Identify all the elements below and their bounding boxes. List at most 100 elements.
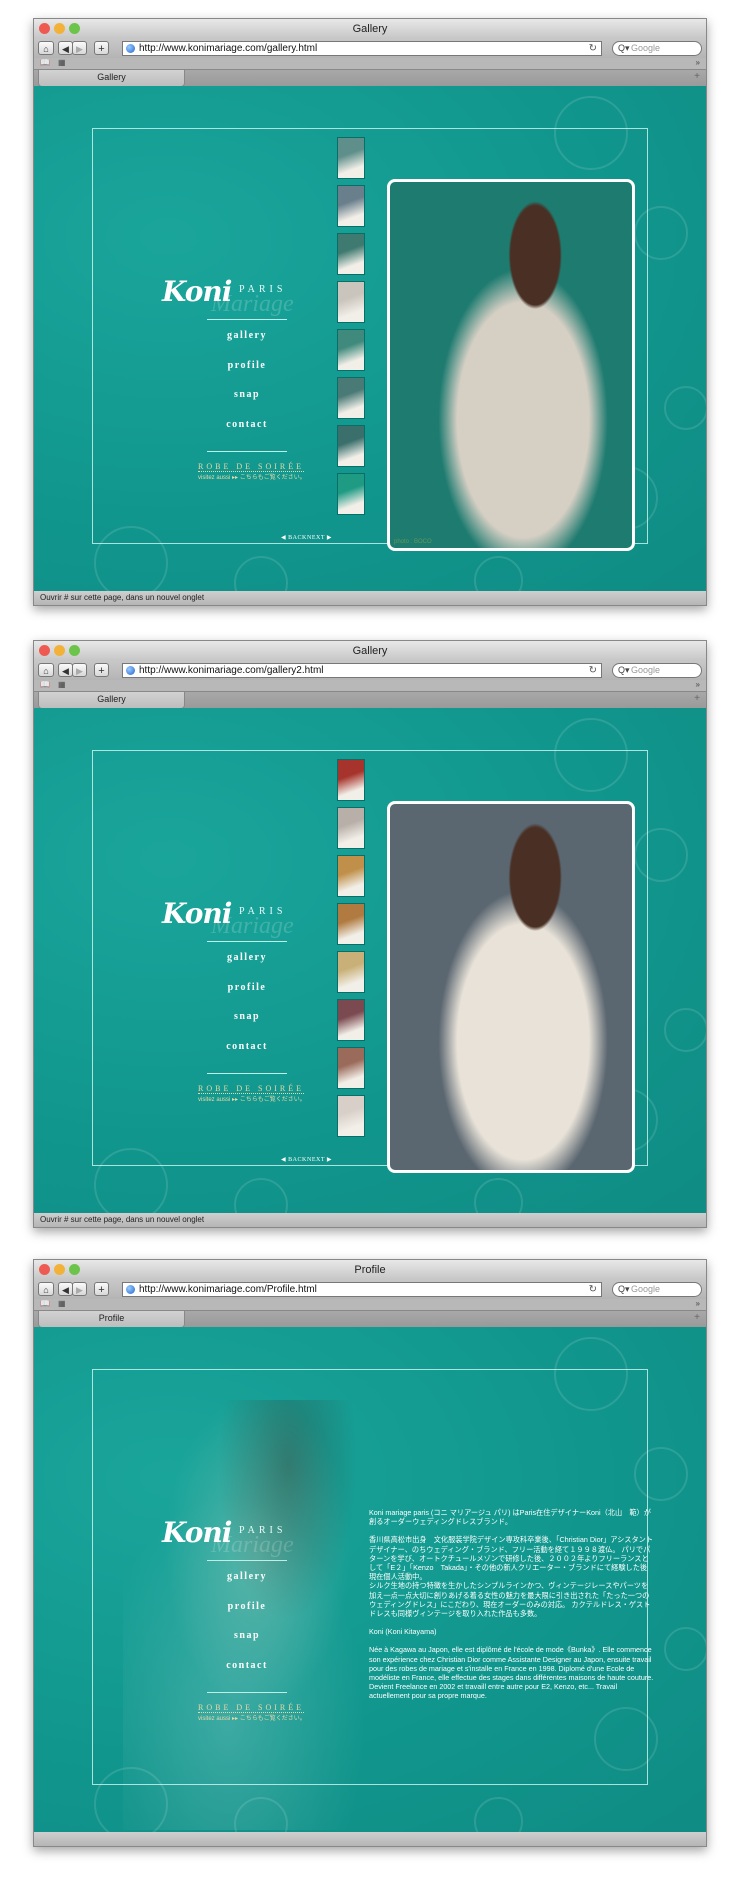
nav-gallery[interactable]: gallery: [207, 952, 287, 963]
home-button[interactable]: ⌂: [38, 663, 54, 677]
zoom-button[interactable]: [69, 23, 80, 34]
back-button[interactable]: ◀: [58, 663, 73, 677]
nav-contact[interactable]: contact: [207, 1660, 287, 1671]
close-button[interactable]: [39, 23, 50, 34]
visit-link[interactable]: visitez aussi ▸▸ こちらもご覧ください。: [198, 472, 306, 481]
top-sites-icon[interactable]: ▦: [58, 58, 66, 67]
gallery-thumbnail[interactable]: [337, 377, 365, 419]
logo-mariage: Mariage: [211, 1532, 294, 1558]
search-placeholder: Google: [631, 1284, 661, 1294]
gallery-thumbnail[interactable]: [337, 807, 365, 849]
nav-snap[interactable]: snap: [207, 1630, 287, 1641]
nav-snap[interactable]: snap: [207, 389, 287, 400]
zoom-button[interactable]: [69, 1264, 80, 1275]
home-button[interactable]: ⌂: [38, 41, 54, 55]
minimize-button[interactable]: [54, 23, 65, 34]
gallery-thumbnail[interactable]: [337, 1095, 365, 1137]
more-bookmarks-icon[interactable]: »: [696, 680, 700, 689]
next-link[interactable]: NEXT ▶: [307, 1156, 332, 1163]
bookmarks-icon[interactable]: 📖: [40, 58, 50, 67]
add-bookmark-button[interactable]: +: [94, 41, 109, 55]
minimize-button[interactable]: [54, 1264, 65, 1275]
address-bar[interactable]: http://www.konimariage.com/gallery2.html…: [122, 663, 602, 678]
menu-divider: [207, 941, 287, 942]
new-tab-icon[interactable]: +: [694, 1312, 700, 1323]
status-bar: [34, 1832, 706, 1846]
address-bar[interactable]: http://www.konimariage.com/gallery.html ↻: [122, 41, 602, 56]
top-sites-icon[interactable]: ▦: [58, 1299, 66, 1308]
bookmarks-icon[interactable]: 📖: [40, 680, 50, 689]
tab-active[interactable]: Profile: [38, 1311, 185, 1328]
bookmarks-icon[interactable]: 📖: [40, 1299, 50, 1308]
back-link[interactable]: ◀ BACK: [281, 534, 307, 541]
tab-bar: Gallery +: [34, 691, 706, 709]
gallery-thumbnail[interactable]: [337, 281, 365, 323]
gallery-thumbnail[interactable]: [337, 759, 365, 801]
gallery-thumbnail[interactable]: [337, 425, 365, 467]
nav-profile[interactable]: profile: [207, 982, 287, 993]
gallery-thumbnail[interactable]: [337, 1047, 365, 1089]
top-sites-icon[interactable]: ▦: [58, 680, 66, 689]
paisley-ornament: [664, 386, 706, 430]
search-field[interactable]: Q▾ Google: [612, 1282, 702, 1297]
new-tab-icon[interactable]: +: [694, 71, 700, 82]
gallery-thumbnail[interactable]: [337, 329, 365, 371]
add-bookmark-button[interactable]: +: [94, 1282, 109, 1296]
minimize-button[interactable]: [54, 645, 65, 656]
address-bar[interactable]: http://www.konimariage.com/Profile.html ↻: [122, 1282, 602, 1297]
reload-icon[interactable]: ↻: [589, 42, 597, 55]
gallery-thumbnail[interactable]: [337, 855, 365, 897]
tab-bar: Profile +: [34, 1310, 706, 1328]
more-bookmarks-icon[interactable]: »: [696, 58, 700, 67]
forward-button[interactable]: ▶: [72, 1282, 87, 1296]
close-button[interactable]: [39, 645, 50, 656]
nav-gallery[interactable]: gallery: [207, 330, 287, 341]
window-title: Gallery: [352, 645, 388, 657]
more-bookmarks-icon[interactable]: »: [696, 1299, 700, 1308]
nav-contact[interactable]: contact: [207, 1041, 287, 1052]
search-field[interactable]: Q▾ Google: [612, 41, 702, 56]
back-link[interactable]: ◀ BACK: [281, 1156, 307, 1163]
next-link[interactable]: NEXT ▶: [307, 534, 332, 541]
robe-de-soiree-link[interactable]: ROBE DE SOIRÉE: [198, 1084, 304, 1094]
nav-contact[interactable]: contact: [207, 419, 287, 430]
toolbar: ⌂ ◀ ▶ + http://www.konimariage.com/gallery.h…: [34, 39, 706, 58]
nav-profile[interactable]: profile: [207, 360, 287, 371]
robe-de-soiree-link[interactable]: ROBE DE SOIRÉE: [198, 1703, 304, 1713]
logo-mariage: Mariage: [211, 291, 294, 317]
browser-window: Profile ⌂ ◀ ▶ + http://www.konimariage.com/Pr…: [33, 1259, 707, 1847]
search-field[interactable]: Q▾ Google: [612, 663, 702, 678]
menu-divider: [207, 451, 287, 452]
gallery-thumbnail[interactable]: [337, 233, 365, 275]
visit-link[interactable]: visitez aussi ▸▸ こちらもご覧ください。: [198, 1094, 306, 1103]
new-tab-icon[interactable]: +: [694, 693, 700, 704]
robe-de-soiree-link[interactable]: ROBE DE SOIRÉE: [198, 462, 304, 472]
reload-icon[interactable]: ↻: [589, 1283, 597, 1296]
visit-link[interactable]: visitez aussi ▸▸ こちらもご覧ください。: [198, 1713, 306, 1722]
reload-icon[interactable]: ↻: [589, 664, 597, 677]
gallery-thumbnail[interactable]: [337, 137, 365, 179]
home-button[interactable]: ⌂: [38, 1282, 54, 1296]
back-button[interactable]: ◀: [58, 41, 73, 55]
zoom-button[interactable]: [69, 645, 80, 656]
add-bookmark-button[interactable]: +: [94, 663, 109, 677]
gallery-thumbnail[interactable]: [337, 903, 365, 945]
nav-gallery[interactable]: gallery: [207, 1571, 287, 1582]
nav-snap[interactable]: snap: [207, 1011, 287, 1022]
gallery-thumbnail[interactable]: [337, 999, 365, 1041]
forward-button[interactable]: ▶: [72, 41, 87, 55]
back-button[interactable]: ◀: [58, 1282, 73, 1296]
url-text: http://www.konimariage.com/gallery.html: [139, 43, 318, 54]
toolbar: ⌂ ◀ ▶ + http://www.konimariage.com/Profile.h…: [34, 1280, 706, 1299]
nav-profile[interactable]: profile: [207, 1601, 287, 1612]
paisley-ornament: [234, 1178, 288, 1213]
tab-active[interactable]: Gallery: [38, 70, 185, 87]
tab-active[interactable]: Gallery: [38, 692, 185, 709]
gallery-thumbnail[interactable]: [337, 185, 365, 227]
globe-icon: [126, 44, 135, 53]
gallery-thumbnail[interactable]: [337, 473, 365, 515]
forward-button[interactable]: ▶: [72, 663, 87, 677]
search-icon: Q▾: [618, 43, 630, 53]
gallery-thumbnail[interactable]: [337, 951, 365, 993]
close-button[interactable]: [39, 1264, 50, 1275]
